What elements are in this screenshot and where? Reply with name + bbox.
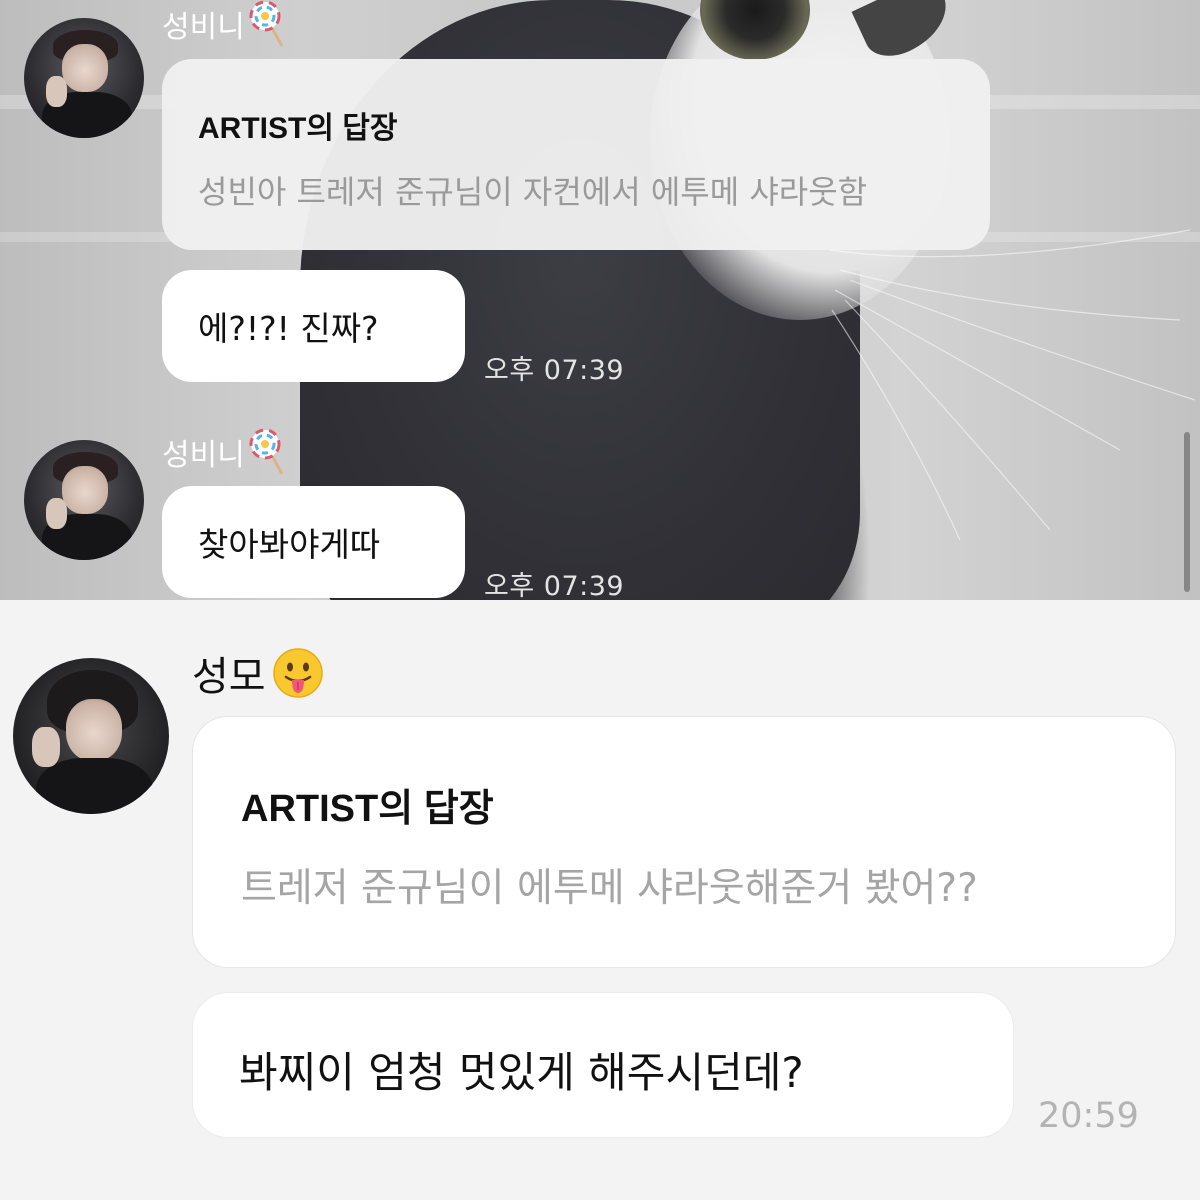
avatar-sender[interactable] <box>24 18 144 138</box>
message-timestamp: 20:59 <box>1038 1096 1139 1136</box>
avatar-sender[interactable] <box>13 658 169 814</box>
lollipop-icon <box>249 428 284 475</box>
sender-name-text: 성비니 <box>162 10 245 45</box>
chat-screenshot-top: 성비니 ARTIST의 답장 성빈아 트레저 준규님이 자컨에서 에투메 샤라웃… <box>0 0 1200 600</box>
sender-name: 성모 <box>192 644 324 702</box>
background-photo-cat-eye <box>700 0 810 60</box>
scrollbar[interactable] <box>1184 432 1190 592</box>
reply-quote-text: 트레저 준규님이 에투메 샤라웃해준거 봤어?? <box>241 866 978 911</box>
avatar-sender[interactable] <box>24 440 144 560</box>
chat-screenshot-bottom: 성모 ARTIST의 답장 트레저 준규님이 에투메 샤라웃해준거 봤어?? 봐… <box>0 600 1200 1200</box>
sender-name: 성비니 <box>162 428 285 476</box>
sender-name-text: 성비니 <box>162 438 245 473</box>
message-text: 찾아봐야게따 <box>198 525 381 564</box>
message-bubble[interactable]: 에?!?! 진짜? <box>162 270 465 382</box>
message-bubble[interactable]: 봐찌이 엄청 멋있게 해주시던데? <box>192 992 1014 1138</box>
message-text: 에?!?! 진짜? <box>198 309 379 348</box>
reply-title: ARTIST의 답장 <box>241 788 494 830</box>
background-photo-cat-ear <box>851 0 959 67</box>
message-timestamp: 오후 07:39 <box>484 571 625 600</box>
background-photo-whiskers <box>829 229 1196 540</box>
reply-quote-card[interactable]: ARTIST의 답장 트레저 준규님이 에투메 샤라웃해준거 봤어?? <box>192 716 1176 968</box>
message-bubble[interactable]: 찾아봐야게따 <box>162 486 465 598</box>
reply-title: ARTIST의 답장 <box>198 112 398 145</box>
reply-quote-text: 성빈아 트레저 준규님이 자컨에서 에투메 샤라웃함 <box>198 173 868 211</box>
reply-quote-card[interactable]: ARTIST의 답장 성빈아 트레저 준규님이 자컨에서 에투메 샤라웃함 <box>162 59 990 250</box>
lollipop-icon <box>249 0 284 47</box>
message-text: 봐찌이 엄청 멋있게 해주시던데? <box>239 1048 804 1097</box>
sender-name: 성비니 <box>162 0 285 48</box>
message-timestamp: 오후 07:39 <box>484 355 625 386</box>
tongue-out-face-icon <box>272 648 323 698</box>
sender-name-text: 성모 <box>192 654 266 700</box>
